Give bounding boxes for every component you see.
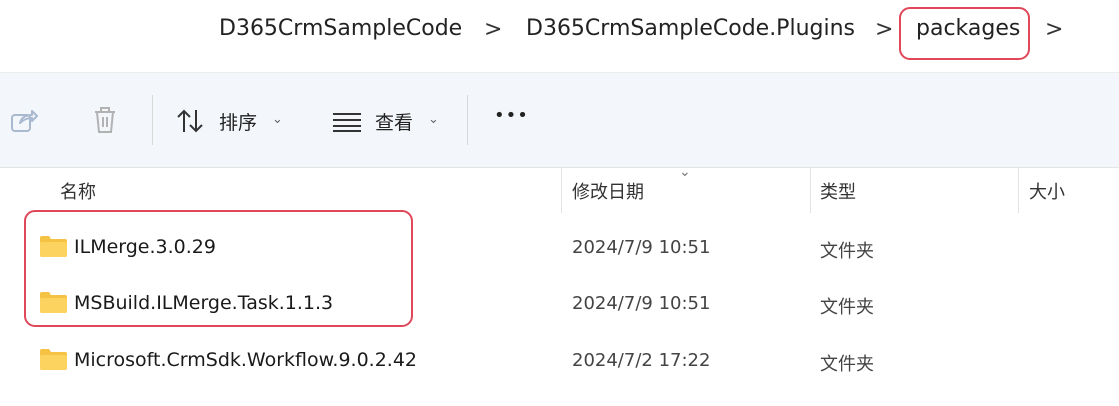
trash-icon[interactable] bbox=[92, 106, 118, 134]
file-modified: 2024/7/9 10:51 bbox=[572, 237, 711, 258]
column-type[interactable]: 类型 bbox=[820, 178, 856, 204]
breadcrumb-separator[interactable]: > bbox=[875, 17, 893, 42]
file-modified: 2024/7/9 10:51 bbox=[572, 293, 711, 314]
view-list-icon bbox=[333, 113, 361, 132]
file-row[interactable]: Microsoft.CrmSdk.Workflow.9.0.2.42 2024/… bbox=[0, 333, 1119, 389]
column-divider[interactable] bbox=[810, 168, 811, 213]
column-size[interactable]: 大小 bbox=[1029, 178, 1065, 204]
folder-icon bbox=[40, 292, 67, 313]
chevron-down-icon: ⌄ bbox=[428, 112, 439, 127]
file-type: 文件夹 bbox=[820, 241, 874, 262]
address-bar: D365CrmSampleCode > D365CrmSampleCode.Pl… bbox=[0, 0, 1119, 73]
file-type: 文件夹 bbox=[820, 297, 874, 318]
breadcrumb-separator[interactable]: > bbox=[1045, 17, 1063, 42]
file-name[interactable]: ILMerge.3.0.29 bbox=[74, 236, 216, 258]
sort-indicator-icon: ⌄ bbox=[679, 164, 691, 180]
file-row[interactable]: ILMerge.3.0.29 2024/7/9 10:51 文件夹 bbox=[0, 220, 1119, 276]
file-row[interactable]: MSBuild.ILMerge.Task.1.1.3 2024/7/9 10:5… bbox=[0, 276, 1119, 332]
sort-label: 排序 bbox=[219, 112, 258, 134]
breadcrumb-item-plugins[interactable]: D365CrmSampleCode.Plugins bbox=[526, 16, 855, 41]
more-options-button[interactable]: ••• bbox=[494, 105, 529, 126]
view-label: 查看 bbox=[375, 112, 414, 134]
column-modified[interactable]: 修改日期 bbox=[572, 178, 644, 204]
chevron-down-icon: ⌄ bbox=[272, 112, 283, 127]
breadcrumb-item-root[interactable]: D365CrmSampleCode bbox=[219, 16, 462, 41]
command-bar: 排序 ⌄ 查看 ⌄ ••• bbox=[0, 73, 1119, 168]
column-divider[interactable] bbox=[561, 168, 562, 213]
sort-arrows-icon bbox=[177, 109, 203, 133]
file-name[interactable]: Microsoft.CrmSdk.Workflow.9.0.2.42 bbox=[74, 349, 417, 371]
toolbar-divider bbox=[152, 95, 153, 145]
folder-icon bbox=[40, 349, 67, 370]
file-type: 文件夹 bbox=[820, 354, 874, 375]
toolbar-divider bbox=[467, 95, 468, 145]
view-button[interactable]: 查看 ⌄ bbox=[332, 103, 452, 139]
packages-highlight-box bbox=[899, 7, 1030, 60]
folder-icon bbox=[40, 236, 67, 257]
column-name[interactable]: 名称 bbox=[60, 178, 96, 204]
breadcrumb-separator[interactable]: > bbox=[484, 17, 502, 42]
column-header: 名称 修改日期 ⌄ 类型 大小 bbox=[0, 164, 1119, 213]
file-name[interactable]: MSBuild.ILMerge.Task.1.1.3 bbox=[74, 292, 333, 314]
share-icon[interactable] bbox=[10, 107, 38, 133]
file-modified: 2024/7/2 17:22 bbox=[572, 350, 711, 371]
sort-button[interactable]: 排序 ⌄ bbox=[176, 103, 296, 139]
column-divider[interactable] bbox=[1018, 168, 1019, 213]
